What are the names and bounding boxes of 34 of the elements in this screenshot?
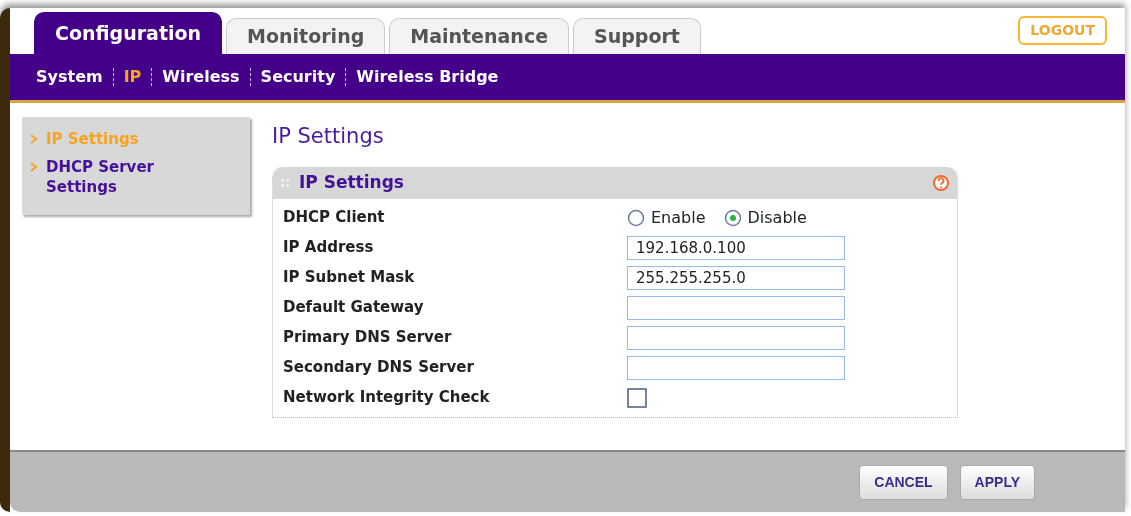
chevron-icon [30,162,38,172]
text-field[interactable] [627,355,845,380]
help-icon[interactable] [933,174,949,191]
field-label: Primary DNS Server [283,327,453,349]
field-label: Default Gateway [283,297,425,319]
tab[interactable]: Configuration [34,12,223,54]
tab[interactable]: Monitoring [226,18,386,54]
checkbox[interactable] [627,387,647,408]
apply-button[interactable]: APPLY [959,464,1035,500]
subnav-link[interactable]: System [26,68,114,86]
text-field[interactable]: 192.168.0.100 [627,235,845,260]
page-title: IP Settings [272,123,385,150]
panel-title: IP Settings [299,170,404,194]
field-label: DHCP Client [283,207,386,229]
sidebar-item[interactable]: DHCP Server Settings [30,157,242,197]
radio-button[interactable] [627,208,645,227]
subnav-link[interactable]: Wireless Bridge [346,68,509,86]
field-label: Secondary DNS Server [283,357,475,379]
option-label: Disable [747,206,807,229]
tab[interactable]: Maintenance [389,18,570,54]
subnav-link[interactable]: IP [113,68,153,86]
cancel-button[interactable]: CANCEL [859,464,948,500]
text-field[interactable] [627,325,845,350]
text-field[interactable] [627,295,845,320]
radio-button[interactable] [723,208,742,227]
chevron-icon [30,134,38,144]
field-label: IP Subnet Mask [283,267,416,289]
option-label: Enable [651,206,706,229]
text-field[interactable]: 255.255.255.0 [627,265,845,290]
field-label: IP Address [283,237,375,259]
subnav-link[interactable]: Wireless [152,68,251,86]
field-label: Network Integrity Check [283,387,491,409]
tab[interactable]: Support [573,18,701,54]
subnav-link[interactable]: Security [250,68,347,86]
